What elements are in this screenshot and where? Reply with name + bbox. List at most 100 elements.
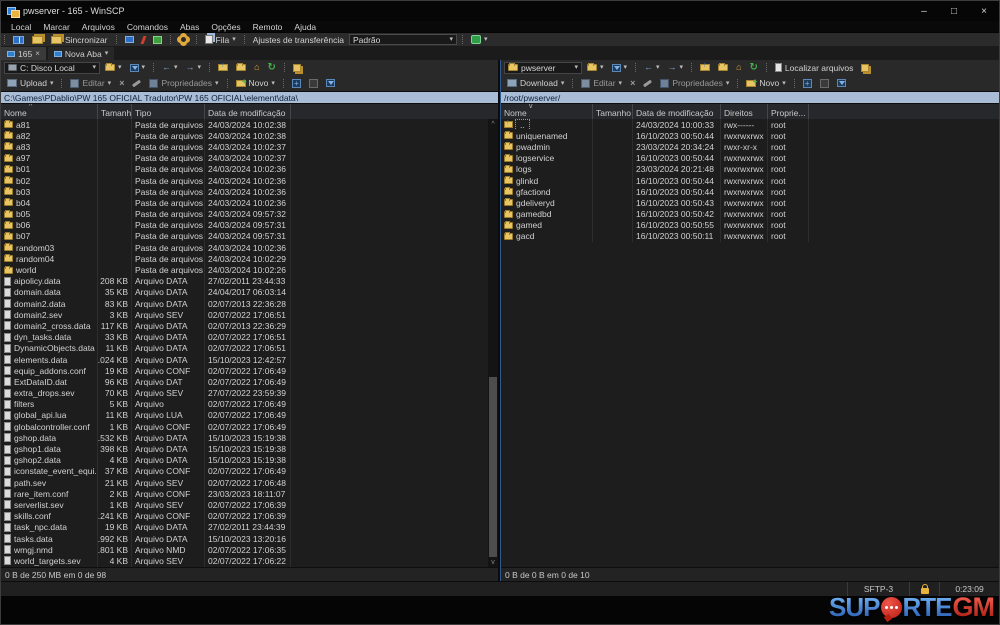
add-to-queue-button[interactable]: +	[800, 75, 815, 91]
select-button[interactable]	[306, 75, 321, 91]
table-row[interactable]: gacd16/10/2023 00:50:11rwxrwxrwxroot	[501, 231, 999, 242]
table-row[interactable]: b05Pasta de arquivos24/03/2024 09:57:32	[1, 209, 498, 220]
table-row[interactable]: a97Pasta de arquivos24/03/2024 10:02:37	[1, 153, 498, 164]
drive-selector[interactable]: C: Disco Local ▾	[4, 62, 100, 74]
table-row[interactable]: world_targets.sev4 KBArquivo SEV02/07/20…	[1, 555, 498, 566]
column-header-proprie-[interactable]: Proprie...	[768, 104, 809, 119]
menu-item-opções[interactable]: Opções	[205, 22, 246, 32]
table-row[interactable]: gamed16/10/2023 00:50:55rwxrwxrwxroot	[501, 220, 999, 231]
root-directory-button[interactable]	[233, 60, 249, 75]
table-row[interactable]: logs23/03/2024 20:21:48rwxrwxrwxroot	[501, 164, 999, 175]
refresh-button[interactable]: ↻	[747, 60, 761, 75]
queue-button[interactable]: Fila▾	[202, 33, 239, 46]
table-row[interactable]: task_npc.data19 KBArquivo DATA27/02/2011…	[1, 522, 498, 533]
table-row[interactable]: DynamicObjects.data11 KBArquivo DATA02/0…	[1, 343, 498, 354]
table-row[interactable]: wmgj.nmd18.801 KBArquivo NMD02/07/2022 1…	[1, 544, 498, 555]
open-directory-button[interactable]: ▾	[584, 60, 607, 75]
menu-item-arquivos[interactable]: Arquivos	[76, 22, 121, 32]
local-path-bar[interactable]: C:\Games\PDablio\PW 165 OFICIAL Tradutor…	[1, 91, 498, 104]
table-row[interactable]: domain2_cross.data117 KBArquivo DATA02/0…	[1, 320, 498, 331]
table-row[interactable]: tasks.data143.992 KBArquivo DATA15/10/20…	[1, 533, 498, 544]
new-button[interactable]: Novo▾	[743, 75, 788, 91]
properties-button[interactable]: Propriedades▾	[657, 75, 732, 91]
table-row[interactable]: a82Pasta de arquivos24/03/2024 10:02:38	[1, 130, 498, 141]
column-header-nome[interactable]: Nome^	[1, 104, 98, 119]
close-button[interactable]: ×	[969, 1, 999, 21]
parent-directory-button[interactable]	[697, 60, 713, 75]
command-button[interactable]	[139, 33, 148, 46]
menu-item-abas[interactable]: Abas	[174, 22, 205, 32]
table-row[interactable]: gshop2.data4 KBArquivo DATA15/10/2023 15…	[1, 455, 498, 466]
table-row[interactable]: b04Pasta de arquivos24/03/2024 10:02:36	[1, 197, 498, 208]
remote-path-bar[interactable]: /root/pwserver/	[501, 91, 999, 104]
table-row[interactable]: uniquenamed16/10/2023 00:50:44rwxrwxrwxr…	[501, 130, 999, 141]
transfer-options-button[interactable]: ▾	[468, 33, 491, 46]
table-row[interactable]: glinkd16/10/2023 00:50:44rwxrwxrwxroot	[501, 175, 999, 186]
synchronize-button[interactable]: Sincronizar	[48, 33, 111, 46]
table-row[interactable]: gdeliveryd16/10/2023 00:50:43rwxrwxrwxro…	[501, 197, 999, 208]
table-row[interactable]: rare_item.conf2 KBArquivo CONF23/03/2023…	[1, 488, 498, 499]
table-row[interactable]: ExtDataID.dat96 KBArquivo DAT02/07/2022 …	[1, 376, 498, 387]
menu-item-marcar[interactable]: Marcar	[37, 22, 75, 32]
table-row[interactable]: a81Pasta de arquivos24/03/2024 10:02:38	[1, 119, 498, 130]
column-header-direitos[interactable]: Direitos	[721, 104, 768, 119]
table-row[interactable]: gshop.data2.532 KBArquivo DATA15/10/2023…	[1, 432, 498, 443]
column-header-data-de-modifica-o[interactable]: Data de modificação	[205, 104, 291, 119]
puttygen-button[interactable]	[150, 33, 165, 46]
rename-button[interactable]	[640, 75, 655, 91]
table-row[interactable]: equip_addons.conf19 KBArquivo CONF02/07/…	[1, 365, 498, 376]
table-row[interactable]: ..24/03/2024 10:00:33rwx------root	[501, 119, 999, 130]
table-row[interactable]: b06Pasta de arquivos24/03/2024 09:57:31	[1, 220, 498, 231]
delete-button[interactable]: ×	[627, 75, 638, 91]
new-button[interactable]: Novo▾	[233, 75, 278, 91]
filter-files-button[interactable]	[834, 75, 849, 91]
table-row[interactable]: iconstate_event_equi...37 KBArquivo CONF…	[1, 466, 498, 477]
edit-button[interactable]: Editar▾	[578, 75, 625, 91]
column-header-tamanho[interactable]: Tamanho	[593, 104, 633, 119]
preferences-button[interactable]	[176, 33, 191, 46]
filter-button[interactable]: ▾	[127, 60, 149, 75]
menu-item-remoto[interactable]: Remoto	[247, 22, 289, 32]
copy-path-button[interactable]	[290, 60, 304, 75]
tab-165[interactable]: 165 ×	[1, 47, 46, 60]
column-header-tamanho[interactable]: Tamanho	[98, 104, 132, 119]
scroll-down-icon[interactable]: v	[488, 557, 498, 567]
table-row[interactable]: b02Pasta de arquivos24/03/2024 10:02:36	[1, 175, 498, 186]
table-row[interactable]: path.sev21 KBArquivo SEV02/07/2022 17:06…	[1, 477, 498, 488]
copy-path-button[interactable]	[858, 60, 872, 75]
delete-button[interactable]: ×	[116, 75, 127, 91]
refresh-button[interactable]: ↻	[265, 60, 279, 75]
table-row[interactable]: extra_drops.sev70 KBArquivo SEV27/07/202…	[1, 388, 498, 399]
table-row[interactable]: globalcontroller.conf1 KBArquivo CONF02/…	[1, 421, 498, 432]
menu-item-ajuda[interactable]: Ajuda	[288, 22, 322, 32]
filter-files-button[interactable]	[323, 75, 338, 91]
table-row[interactable]: serverlist.sev1 KBArquivo SEV02/07/2022 …	[1, 499, 498, 510]
table-row[interactable]: gshop1.data398 KBArquivo DATA15/10/2023 …	[1, 443, 498, 454]
table-row[interactable]: domain2.data83 KBArquivo DATA02/07/2013 …	[1, 298, 498, 309]
table-row[interactable]: a83Pasta de arquivos24/03/2024 10:02:37	[1, 141, 498, 152]
table-row[interactable]: pwadmin23/03/2024 20:34:24rwxr-xr-xroot	[501, 141, 999, 152]
table-row[interactable]: gamedbd16/10/2023 00:50:42rwxrwxrwxroot	[501, 209, 999, 220]
edit-button[interactable]: Editar▾	[67, 75, 114, 91]
filter-button[interactable]: ▾	[609, 60, 631, 75]
menu-item-comandos[interactable]: Comandos	[121, 22, 174, 32]
upload-button[interactable]: Upload▾	[4, 75, 56, 91]
properties-button[interactable]: Propriedades▾	[146, 75, 221, 91]
maximize-button[interactable]: □	[939, 1, 969, 21]
console-button[interactable]	[122, 33, 137, 46]
table-row[interactable]: logservice16/10/2023 00:50:44rwxrwxrwxro…	[501, 153, 999, 164]
table-row[interactable]: worldPasta de arquivos24/03/2024 10:02:2…	[1, 264, 498, 275]
rename-button[interactable]	[129, 75, 144, 91]
back-button[interactable]: ←▾	[159, 60, 181, 75]
menu-item-local[interactable]: Local	[5, 22, 37, 32]
table-row[interactable]: elements.data86.024 KBArquivo DATA15/10/…	[1, 354, 498, 365]
commander-layout-button[interactable]	[10, 33, 27, 46]
table-row[interactable]: skills.conf4.241 KBArquivo CONF02/07/202…	[1, 511, 498, 522]
transfer-preset-dropdown[interactable]: Padrão▾	[349, 34, 457, 45]
column-header-data-de-modifica-o[interactable]: Data de modificação	[633, 104, 721, 119]
forward-button[interactable]: →▾	[183, 60, 205, 75]
add-to-queue-button[interactable]: +	[289, 75, 304, 91]
root-directory-button[interactable]	[715, 60, 731, 75]
table-row[interactable]: b07Pasta de arquivos24/03/2024 09:57:31	[1, 231, 498, 242]
back-button[interactable]: ←▾	[641, 60, 663, 75]
